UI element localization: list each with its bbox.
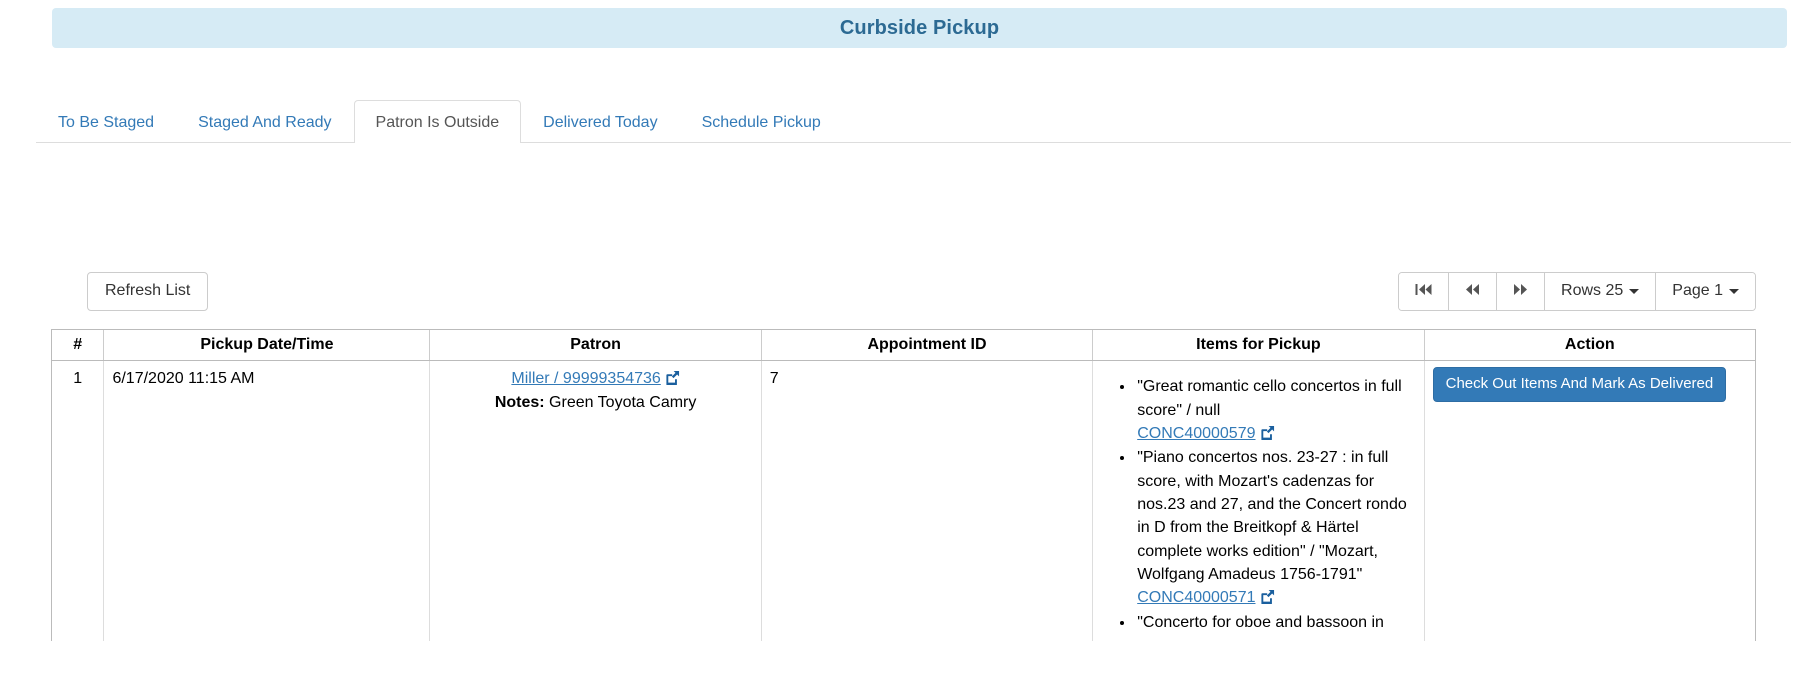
external-link-icon[interactable]	[1260, 424, 1275, 441]
patron-link[interactable]: Miller / 99999354736	[511, 370, 660, 387]
rows-per-page-dropdown[interactable]: Rows 25	[1545, 273, 1657, 310]
page-dropdown[interactable]: Page 1	[1656, 273, 1755, 310]
pagination-controls: Rows 25 Page 1	[1398, 272, 1756, 311]
table-header-row: # Pickup Date/Time Patron Appointment ID…	[52, 330, 1755, 362]
patron-notes: Notes: Green Toyota Camry	[438, 391, 752, 414]
notes-value: Green Toyota Camry	[549, 394, 697, 412]
first-page-button[interactable]	[1399, 273, 1450, 310]
list-toolbar: Refresh List Rows 25 Page 1	[36, 272, 1791, 311]
item-title: "Great romantic cello concertos in full …	[1137, 378, 1402, 419]
cell-items-for-pickup: "Great romantic cello concertos in full …	[1092, 360, 1425, 642]
next-page-icon	[1513, 282, 1528, 302]
previous-page-icon	[1465, 282, 1480, 302]
external-link-icon[interactable]	[665, 369, 680, 386]
notes-label: Notes:	[494, 394, 545, 412]
cell-pickup-datetime: 6/17/2020 11:15 AM	[103, 360, 431, 642]
tab-staged-and-ready[interactable]: Staged And Ready	[176, 100, 353, 143]
check-out-and-deliver-button[interactable]: Check Out Items And Mark As Delivered	[1432, 367, 1727, 402]
next-page-button[interactable]	[1497, 273, 1546, 310]
cell-patron: Miller / 99999354736 Notes: Green Toyota…	[429, 360, 762, 642]
item-title: "Concerto for oboe and bassoon in	[1137, 613, 1384, 631]
chevron-down-icon	[1729, 288, 1739, 294]
cell-action: Check Out Items And Mark As Delivered	[1424, 360, 1755, 642]
item-barcode-wrapper: CONC40000571	[1137, 586, 1415, 609]
tab-patron-is-outside[interactable]: Patron Is Outside	[353, 99, 522, 143]
pickup-table: # Pickup Date/Time Patron Appointment ID…	[52, 330, 1755, 642]
pickup-table-container: # Pickup Date/Time Patron Appointment ID…	[51, 329, 1756, 642]
patron-link-wrapper: Miller / 99999354736	[438, 367, 752, 390]
tab-schedule-pickup[interactable]: Schedule Pickup	[680, 100, 843, 143]
page-title: Curbside Pickup	[839, 16, 1000, 39]
column-header-action: Action	[1424, 330, 1755, 362]
external-link-icon[interactable]	[1260, 588, 1275, 605]
first-page-icon	[1415, 282, 1432, 302]
list-item: "Concerto for oboe and bassoon in	[1135, 611, 1415, 634]
page-banner: Curbside Pickup	[52, 8, 1787, 48]
item-barcode-wrapper: CONC40000579	[1137, 422, 1415, 445]
item-title: "Piano concertos nos. 23-27 : in full sc…	[1137, 449, 1407, 584]
page-label: Page 1	[1672, 282, 1723, 299]
previous-page-button[interactable]	[1449, 273, 1498, 310]
chevron-down-icon	[1629, 288, 1640, 294]
column-header-pickup-datetime: Pickup Date/Time	[103, 330, 431, 362]
list-item: "Piano concertos nos. 23-27 : in full sc…	[1135, 446, 1415, 610]
curbside-pickup-page: Curbside Pickup To Be Staged Staged And …	[0, 0, 1818, 684]
tab-delivered-today[interactable]: Delivered Today	[521, 100, 679, 143]
column-header-num: #	[52, 330, 105, 362]
items-list: "Great romantic cello concertos in full …	[1101, 375, 1415, 634]
tab-to-be-staged[interactable]: To Be Staged	[36, 100, 176, 143]
table-row: 1 6/17/2020 11:15 AM Miller / 9999935473…	[52, 360, 1755, 642]
column-header-patron: Patron	[429, 330, 762, 362]
list-item: "Great romantic cello concertos in full …	[1135, 375, 1415, 445]
item-barcode-link[interactable]: CONC40000571	[1137, 589, 1255, 606]
cell-row-number: 1	[52, 360, 105, 642]
column-header-appointment-id: Appointment ID	[761, 330, 1094, 362]
tab-bar: To Be Staged Staged And Ready Patron Is …	[36, 92, 1791, 143]
cell-appointment-id: 7	[761, 360, 1094, 642]
item-barcode-link[interactable]: CONC40000579	[1137, 425, 1255, 442]
rows-per-page-label: Rows 25	[1561, 282, 1624, 299]
column-header-items-for-pickup: Items for Pickup	[1092, 330, 1425, 362]
refresh-list-button[interactable]: Refresh List	[87, 272, 209, 311]
